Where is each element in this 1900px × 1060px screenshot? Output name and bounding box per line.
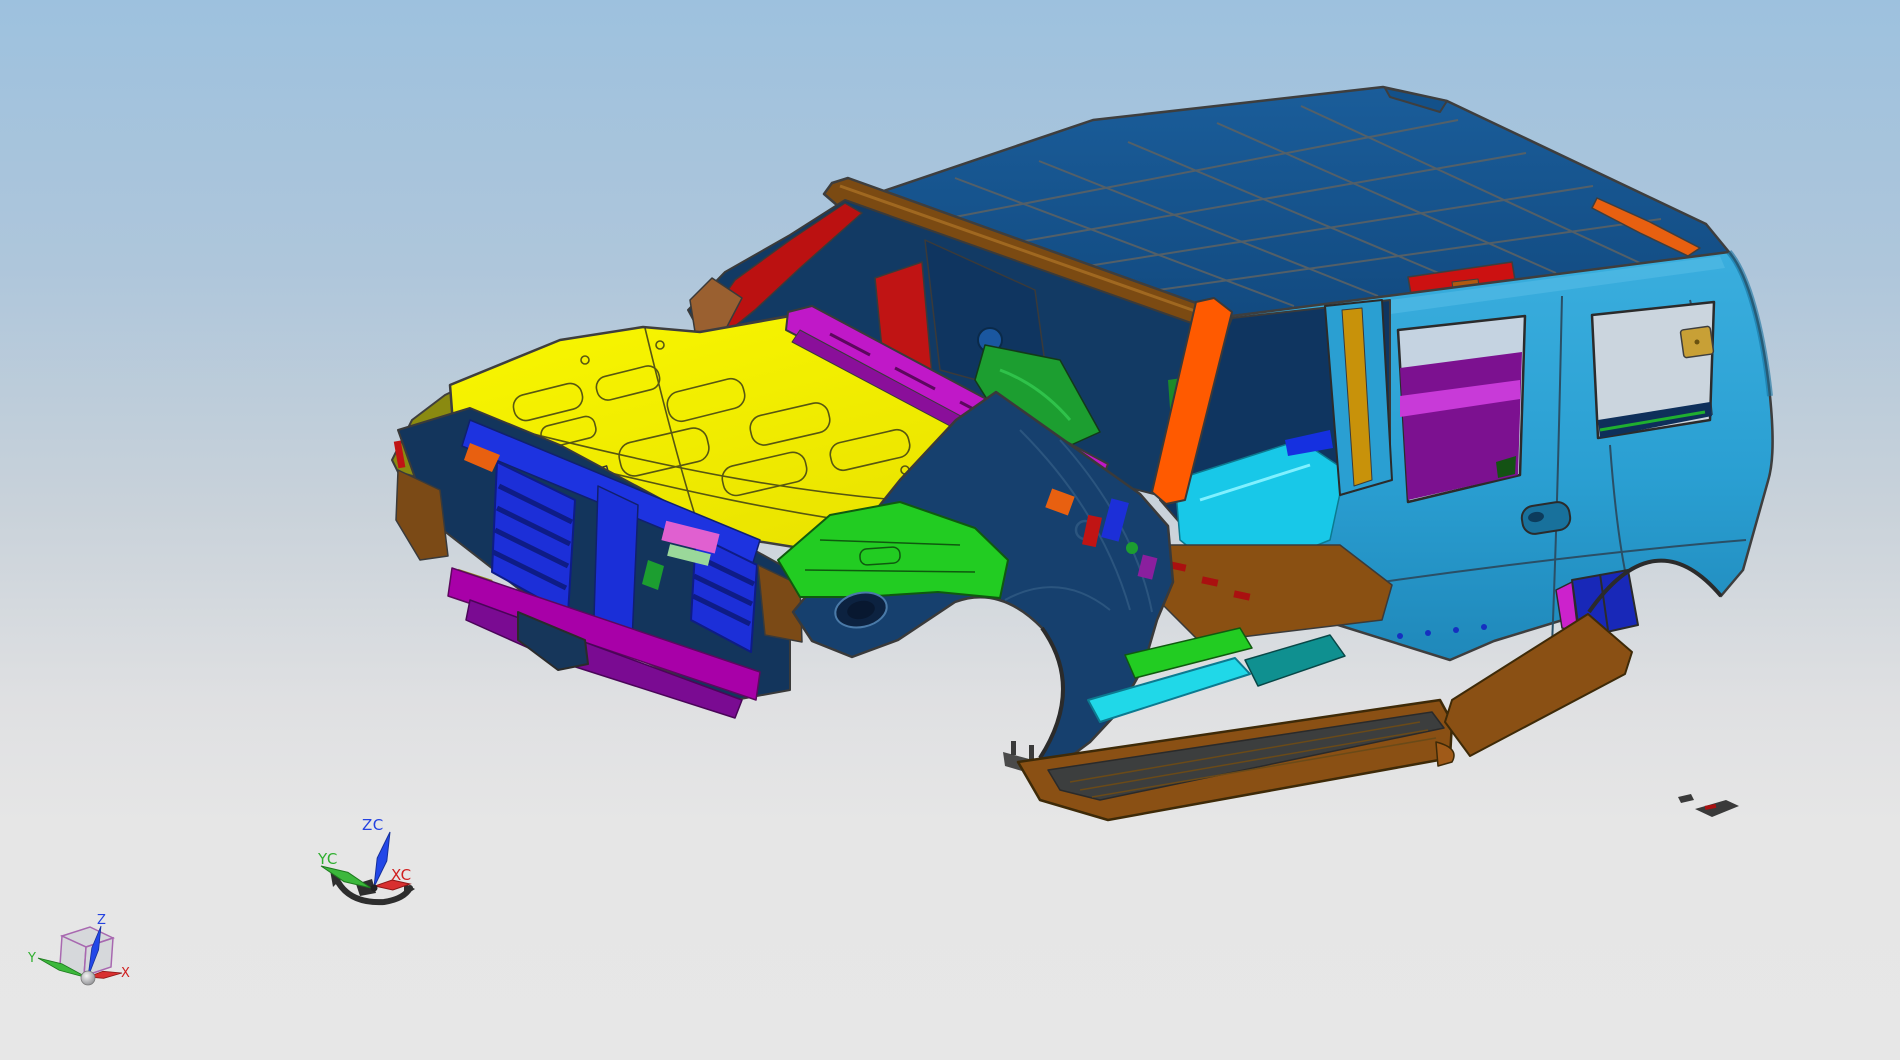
gnomon-x-label: X (121, 966, 130, 981)
wcs-yc-axis[interactable] (320, 865, 372, 889)
wcs-zc-label: ZC (362, 816, 384, 834)
wcs-triad[interactable]: ZC YC XC (317, 816, 415, 906)
view-orientation-gnomon[interactable]: Z Y X (27, 913, 130, 986)
loose-fastener-parts[interactable] (1678, 794, 1739, 817)
gnomon-origin-sphere[interactable] (80, 970, 96, 986)
quarter-window-opening (1590, 300, 1716, 440)
wcs-yc-label: YC (317, 850, 338, 868)
wcs-zc-axis[interactable] (373, 831, 391, 888)
gnomon-y-label: Y (27, 951, 36, 966)
gnomon-z-label: Z (97, 913, 106, 928)
rear-door-window-opening (1396, 314, 1527, 504)
cad-graphics-window[interactable]: ZC YC XC Z Y X (0, 0, 1900, 1060)
wcs-xc-label: XC (391, 866, 412, 884)
car-body-model[interactable] (391, 85, 1774, 822)
